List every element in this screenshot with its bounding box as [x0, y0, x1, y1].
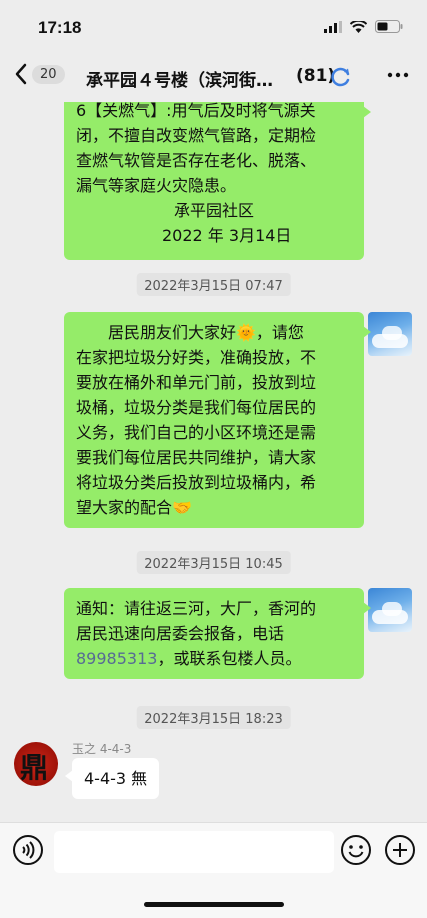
message-line: 要放在桶外和单元门前，投放到垃: [76, 373, 317, 392]
message-line: 居民朋友们大家好🌞，请您: [108, 323, 304, 342]
message-line: 义务，我们自己的小区环境还是需: [76, 423, 317, 442]
avatar[interactable]: ⿍: [14, 742, 58, 786]
message-line: 查燃气软管是否存在老化、脱落、: [76, 151, 317, 170]
phone-number-link[interactable]: 89985313: [76, 649, 157, 668]
refresh-icon[interactable]: [330, 66, 352, 88]
chat-header: 20 承平园４号楼（滨河街… (81): [0, 52, 427, 102]
battery-icon: [375, 20, 403, 33]
message-line: 圾桶，垃圾分类是我们每位居民的: [76, 398, 317, 417]
message-line: 6【关燃气】:用气后及时将气源关: [76, 102, 316, 120]
more-icon[interactable]: [387, 64, 409, 86]
signal-icon: [324, 20, 342, 33]
message-bubble-garbage-sorting[interactable]: 居民朋友们大家好🌞，请您 在家把垃圾分好类，准确投放，不 要放在桶外和单元门前，…: [64, 312, 371, 528]
message-line: 在家把垃圾分好类，准确投放，不: [76, 348, 317, 367]
message-signature: 承平园社区: [174, 201, 255, 220]
message-line: 将垃圾分类后投放到垃圾桶内，希: [76, 473, 317, 492]
wifi-icon: [350, 20, 367, 33]
timestamp: 2022年3月15日 10:45: [136, 551, 291, 574]
message-line: 要我们每位居民共同维护，请大家: [76, 448, 317, 467]
chat-message-list[interactable]: 6【关燃气】:用气后及时将气源关 闭，不擅自改变燃气管路，定期检 查燃气软管是否…: [0, 102, 427, 822]
sender-name: 玉之 4-4-3: [72, 742, 132, 756]
message-line: 望大家的配合🤝: [76, 498, 192, 517]
emoji-icon[interactable]: [340, 834, 372, 866]
status-icons: [324, 20, 403, 33]
message-line: 通知：请往返三河，大厂，香河的: [76, 599, 317, 618]
message-bubble-notice[interactable]: 通知：请往返三河，大厂，香河的 居民迅速向居委会报备，电话 89985313，或…: [64, 588, 371, 679]
message-input[interactable]: [54, 831, 334, 873]
avatar-glyph: ⿍: [20, 751, 49, 784]
home-indicator[interactable]: [144, 902, 284, 907]
message-line: 漏气等家庭火灾隐患。: [76, 176, 237, 195]
status-bar: 17:18: [0, 0, 427, 52]
bottom-safe-area: [0, 882, 427, 918]
timestamp: 2022年3月15日 07:47: [136, 273, 291, 296]
message-bubble-incoming[interactable]: 4-4-3 無: [64, 758, 160, 799]
back-button[interactable]: 20: [14, 62, 65, 86]
chevron-left-icon: [15, 63, 27, 85]
plus-icon[interactable]: [384, 834, 416, 866]
voice-icon[interactable]: [12, 834, 44, 866]
message-line: 闭，不擅自改变燃气管路，定期检: [76, 126, 317, 145]
message-line: 居民迅速向居委会报备，电话: [76, 624, 285, 643]
timestamp: 2022年3月15日 18:23: [136, 706, 291, 729]
status-time: 17:18: [38, 18, 82, 37]
message-text: ，或联系包楼人员。: [157, 649, 302, 668]
message-bubble-fire-safety[interactable]: 6【关燃气】:用气后及时将气源关 闭，不擅自改变燃气管路，定期检 查燃气软管是否…: [64, 102, 371, 260]
avatar[interactable]: [368, 312, 412, 356]
message-date: 2022 年 3月14日: [162, 226, 292, 245]
input-bar: [0, 822, 427, 883]
message-line: 89985313，或联系包楼人员。: [76, 646, 356, 671]
avatar[interactable]: [368, 588, 412, 632]
unread-badge: 20: [32, 64, 65, 84]
